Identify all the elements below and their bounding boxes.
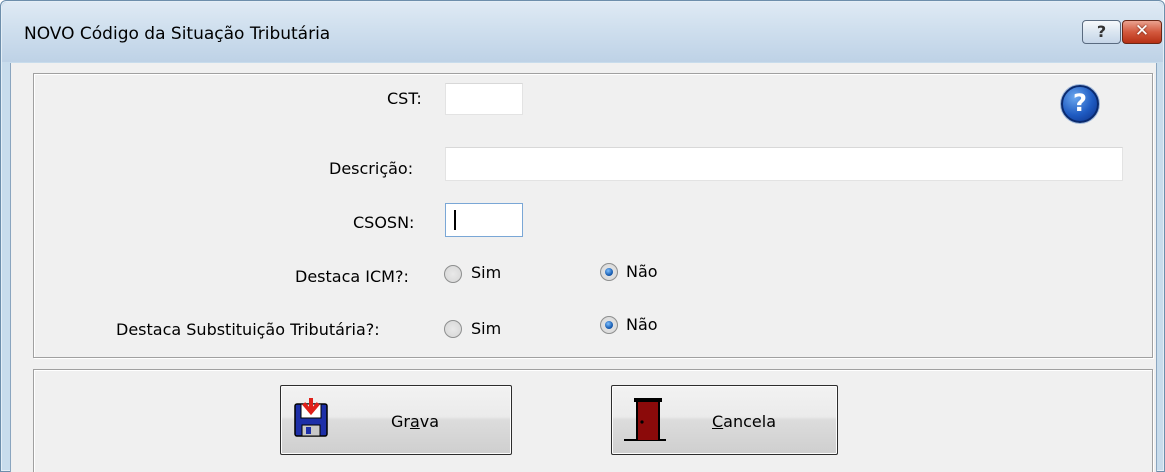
gravar-button[interactable]: Grava	[280, 385, 512, 455]
dialog-client-area	[10, 63, 1157, 472]
close-icon: ✕	[1134, 21, 1150, 41]
cancelar-button-label: Cancela	[712, 412, 777, 431]
buttons-group	[33, 369, 1153, 472]
question-mark-icon: ?	[1096, 22, 1107, 41]
descricao-input[interactable]	[445, 147, 1123, 181]
window-title: NOVO Código da Situação Tributária	[24, 24, 331, 44]
help-icon-glyph: ?	[1073, 89, 1087, 117]
destaca-icm-sim-radio[interactable]	[444, 265, 462, 283]
csosn-label: CSOSN:	[353, 213, 415, 232]
fields-group	[33, 73, 1153, 358]
dialog-window: NOVO Código da Situação Tributária ? ✕ C…	[0, 0, 1165, 472]
gravar-button-label: Grava	[391, 412, 440, 431]
title-bar[interactable]: NOVO Código da Situação Tributária ? ✕	[2, 2, 1163, 62]
exit-door-icon	[624, 398, 666, 441]
destaca-icm-nao-label[interactable]: Não	[626, 262, 658, 281]
cst-input[interactable]	[445, 83, 523, 115]
descricao-label: Descrição:	[329, 159, 414, 178]
destaca-icm-sim-label[interactable]: Sim	[471, 263, 501, 282]
floppy-save-icon	[294, 398, 328, 437]
destaca-icm-nao-radio[interactable]	[600, 263, 618, 281]
titlebar-help-button[interactable]: ?	[1082, 20, 1121, 44]
help-icon[interactable]: ?	[1061, 85, 1099, 123]
csosn-input[interactable]	[445, 203, 523, 237]
destaca-st-nao-radio[interactable]	[600, 316, 618, 334]
close-button[interactable]: ✕	[1122, 20, 1162, 44]
destaca-st-sim-radio[interactable]	[444, 320, 462, 338]
cst-label: CST:	[387, 89, 422, 108]
destaca-icm-label: Destaca ICM?:	[295, 267, 409, 286]
destaca-st-nao-label[interactable]: Não	[626, 315, 658, 334]
destaca-st-label: Destaca Substituição Tributária?:	[116, 320, 380, 339]
destaca-st-sim-label[interactable]: Sim	[471, 319, 501, 338]
cancelar-button[interactable]: Cancela	[611, 385, 838, 455]
text-caret	[454, 210, 456, 230]
